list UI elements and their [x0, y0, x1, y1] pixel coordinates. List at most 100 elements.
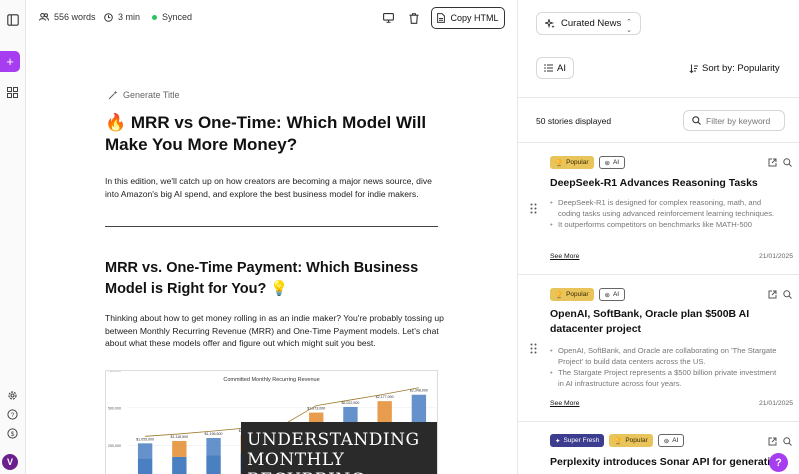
generate-title-label: Generate Title — [123, 90, 180, 100]
image-overlay-text: UNDERSTANDING MONTHLY RECURRING — [241, 422, 437, 474]
story-bullet: OpenAI, SoftBank, and Oracle are collabo… — [550, 345, 780, 367]
users-icon — [39, 13, 49, 21]
story-card[interactable]: ✦ Super Fresh 🏆 Popular ⊚ AI Perplexity int… — [518, 421, 799, 474]
chart-value-label: $1,055,000 — [136, 437, 154, 441]
ai-badge: ⊚ AI — [598, 156, 626, 169]
toggle-sidebar-icon[interactable] — [4, 11, 21, 28]
story-badges: 🏆 Popular ⊚ AI — [550, 156, 626, 169]
article-intro[interactable]: In this edition, we'll catch up on how c… — [105, 175, 445, 200]
copy-html-button[interactable]: Copy HTML — [431, 7, 505, 29]
panel-divider — [518, 97, 799, 98]
chip-icon: ⊚ — [663, 437, 670, 445]
help-circle-icon[interactable]: ? — [4, 406, 21, 423]
article-title[interactable]: 🔥 MRR vs One-Time: Which Model Will Make… — [105, 112, 435, 156]
editor-pane: 556 words 3 min Synced Copy HTML Generat… — [26, 0, 517, 474]
story-bullet: It outperforms competitors on benchmarks… — [550, 219, 780, 230]
story-title[interactable]: Perplexity introduces Sonar API for gene… — [550, 455, 795, 470]
ai-filter-button[interactable]: AI — [536, 57, 574, 79]
drag-handle-icon[interactable] — [530, 343, 537, 354]
chart-bar-segment — [172, 440, 187, 457]
settings-gear-icon[interactable] — [4, 387, 21, 404]
see-more-link[interactable]: See More — [550, 400, 579, 407]
story-actions — [768, 290, 792, 299]
trophy-icon: 🏆 — [555, 159, 564, 167]
editor-topbar: 556 words 3 min Synced Copy HTML — [26, 0, 517, 36]
plus-icon: + — [6, 54, 14, 69]
sort-icon — [689, 64, 698, 73]
chip-icon: ⊚ — [604, 159, 610, 167]
list-icon — [544, 64, 553, 72]
story-date: 21/01/2025 — [758, 253, 793, 260]
chart-value-label: $2,348,000 — [410, 389, 428, 393]
popular-badge: 🏆 Popular — [609, 434, 653, 447]
chip-icon: ⊚ — [604, 291, 610, 299]
search-icon — [692, 116, 701, 125]
user-avatar[interactable]: V — [2, 454, 18, 470]
story-bullets: OpenAI, SoftBank, and Oracle are collabo… — [550, 345, 780, 389]
keyword-filter-placeholder: Filter by keyword — [706, 115, 771, 126]
generate-title-button[interactable]: Generate Title — [108, 90, 180, 100]
file-icon — [437, 13, 446, 23]
external-link-icon[interactable] — [768, 158, 777, 167]
story-bullet: DeepSeek-R1 is designed for complex reas… — [550, 197, 780, 219]
chart-bar-segment — [137, 443, 153, 459]
story-bullets: DeepSeek-R1 is designed for complex reas… — [550, 197, 780, 239]
keyword-filter-input[interactable]: Filter by keyword — [683, 110, 785, 131]
question-icon: ? — [775, 456, 782, 469]
chart-y-tick-label: 250,000 — [108, 444, 121, 448]
story-badges: 🏆 Popular ⊚ AI — [550, 288, 626, 301]
external-link-icon[interactable] — [768, 290, 777, 299]
ai-badge: ⊚ AI — [598, 288, 626, 301]
story-card[interactable]: 🏆 Popular ⊚ AI OpenAI, SoftBank, Oracle pl… — [518, 274, 799, 421]
word-count: 556 words — [39, 12, 96, 22]
story-date: 21/01/2025 — [758, 400, 793, 407]
search-icon[interactable] — [783, 158, 792, 167]
chart-bar-segment — [206, 438, 221, 456]
news-panel: Curated News ⌃ ⌄ AI Sort by: Popularity 5… — [517, 0, 799, 474]
chart-value-label: $1,196,500 — [205, 432, 223, 436]
help-chat-button[interactable]: ? — [769, 453, 788, 472]
popular-badge: 🏆 Popular — [550, 156, 594, 169]
word-count-text: 556 words — [54, 12, 96, 22]
feed-select[interactable]: Curated News ⌃ ⌄ — [536, 12, 641, 35]
story-actions — [768, 158, 792, 167]
search-icon[interactable] — [783, 437, 792, 446]
article-chart-image[interactable]: Committed Monthly Recurring Revenue 750,… — [105, 370, 438, 474]
chart-bar — [206, 455, 221, 474]
section-heading[interactable]: MRR vs. One-Time Payment: Which Business… — [105, 258, 435, 300]
story-title[interactable]: OpenAI, SoftBank, Oracle plan $500B AI d… — [550, 307, 795, 337]
billing-dollar-icon[interactable]: $ — [4, 425, 21, 442]
story-card[interactable]: 🏆 Popular ⊚ AI DeepSeek-R1 Advances Reason… — [518, 142, 799, 274]
chart-y-tick-label: 500,000 — [108, 406, 121, 410]
ai-filter-label: AI — [557, 62, 566, 74]
see-more-link[interactable]: See More — [550, 253, 579, 260]
trash-icon[interactable] — [407, 11, 421, 25]
sync-status-text: Synced — [162, 12, 193, 22]
search-icon[interactable] — [783, 290, 792, 299]
read-time: 3 min — [104, 12, 140, 22]
preview-monitor-icon[interactable] — [381, 11, 395, 25]
chart-bar — [172, 456, 187, 474]
chart-value-label: $1,873,000 — [307, 407, 325, 411]
app-root: + ? $ V 556 words 3 min Synced Copy HTML… — [0, 0, 799, 474]
section-body[interactable]: Thinking about how to get money rolling … — [105, 312, 445, 350]
new-document-button[interactable]: + — [0, 51, 20, 72]
story-actions — [768, 437, 792, 446]
popular-badge: 🏆 Popular — [550, 288, 594, 301]
drag-handle-icon[interactable] — [530, 203, 537, 214]
feed-select-value: Curated News — [561, 18, 622, 29]
sort-dropdown[interactable]: Sort by: Popularity — [689, 63, 780, 74]
grid-icon[interactable] — [4, 84, 21, 101]
sparkles-icon — [545, 18, 555, 28]
super-fresh-badge: ✦ Super Fresh — [550, 434, 605, 447]
sort-label: Sort by: Popularity — [702, 63, 780, 74]
ai-badge: ⊚ AI — [657, 434, 685, 447]
magic-wand-icon — [108, 90, 118, 100]
story-badges: ✦ Super Fresh 🏆 Popular ⊚ AI — [550, 434, 685, 447]
left-rail: + ? $ V — [0, 0, 26, 474]
sparkle-icon: ✦ — [555, 437, 561, 445]
chart-bar — [137, 458, 153, 474]
copy-html-label: Copy HTML — [450, 13, 499, 23]
story-title[interactable]: DeepSeek-R1 Advances Reasoning Tasks — [550, 176, 795, 191]
external-link-icon[interactable] — [768, 437, 777, 446]
